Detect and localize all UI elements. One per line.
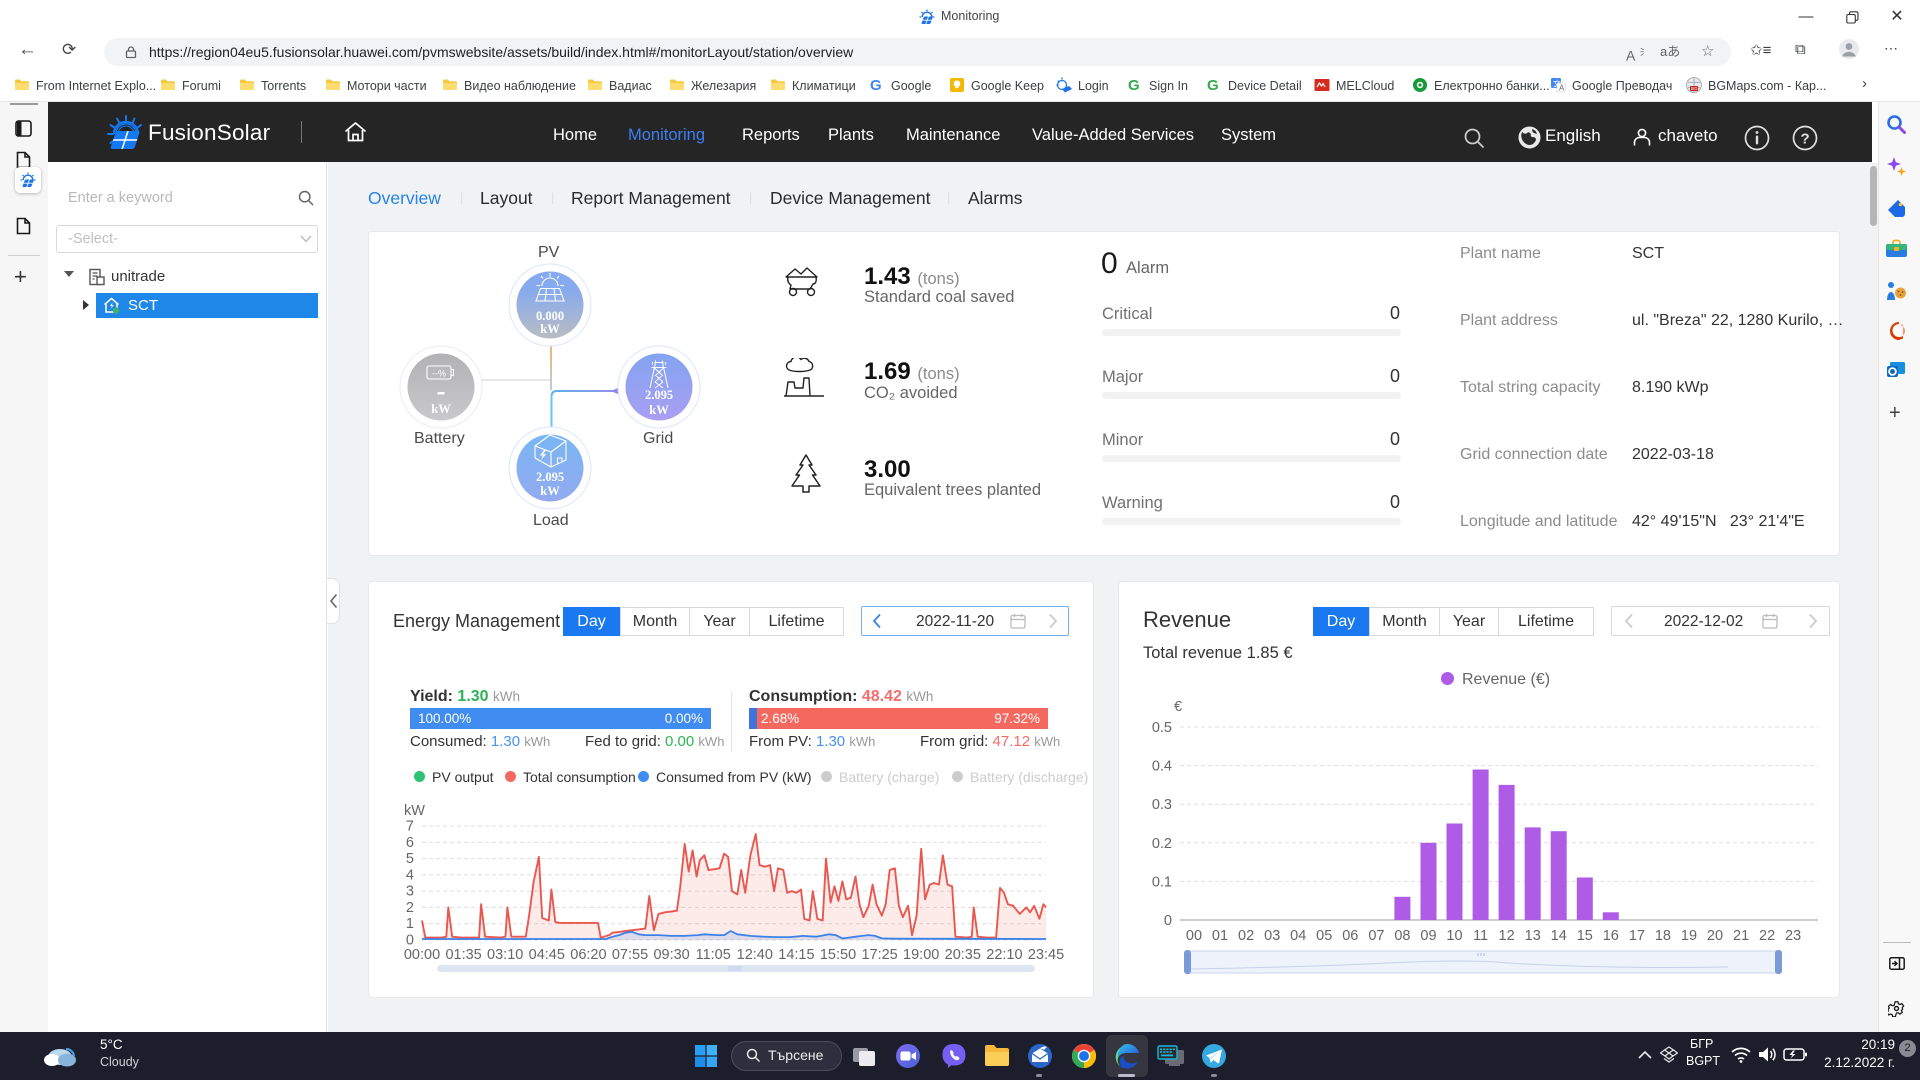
svg-text:01:35: 01:35 [445,947,481,963]
svg-text:10: 10 [1446,928,1462,944]
svg-text:0.000: 0.000 [536,309,564,323]
svg-text:?: ? [1801,131,1810,148]
svg-text:15: 15 [1577,928,1593,944]
svg-text:12: 12 [1499,928,1515,944]
svg-text:00:00: 00:00 [404,947,440,963]
svg-text:03: 03 [1264,928,1280,944]
svg-text:kW: kW [431,402,451,416]
svg-text:13: 13 [1525,928,1541,944]
svg-text:2.095: 2.095 [645,388,673,402]
svg-text:0.3: 0.3 [1152,797,1172,813]
svg-text:7: 7 [406,819,414,835]
svg-text:4: 4 [406,867,414,883]
svg-text:0.4: 0.4 [1152,759,1172,775]
svg-text:16: 16 [1603,928,1619,944]
svg-text:03:10: 03:10 [487,947,523,963]
svg-text:07:55: 07:55 [612,947,648,963]
svg-text:kW: kW [540,484,560,498]
svg-text:17:25: 17:25 [861,947,897,963]
svg-text:14: 14 [1551,928,1567,944]
svg-text:02: 02 [1238,928,1254,944]
svg-text:01: 01 [1212,928,1228,944]
svg-text:G: G [870,77,882,93]
svg-text:A: A [1559,84,1565,93]
svg-text:11:05: 11:05 [696,947,731,963]
svg-text:22:10: 22:10 [986,947,1022,963]
svg-text:22: 22 [1759,928,1775,944]
svg-text:23:45: 23:45 [1028,947,1064,963]
svg-text:20:35: 20:35 [945,947,981,963]
svg-text:08: 08 [1394,928,1410,944]
svg-text:07: 07 [1368,928,1384,944]
svg-text:23: 23 [1785,928,1801,944]
svg-text:0.2: 0.2 [1152,836,1172,852]
svg-text:12:40: 12:40 [737,947,773,963]
svg-text:6: 6 [406,835,414,851]
svg-text:11: 11 [1473,928,1488,944]
svg-text:0.5: 0.5 [1152,720,1172,736]
svg-text:1: 1 [406,916,414,932]
svg-text:18: 18 [1655,928,1671,944]
svg-text:0.1: 0.1 [1152,874,1172,890]
svg-text:G: G [1128,77,1140,93]
svg-text:21: 21 [1733,928,1749,944]
svg-text:0: 0 [1164,913,1172,929]
svg-text:G: G [1207,77,1219,93]
svg-text:00: 00 [1186,928,1202,944]
svg-text:17: 17 [1629,928,1645,944]
svg-text:15:50: 15:50 [820,947,856,963]
svg-text:kW: kW [649,403,669,417]
svg-text:05: 05 [1316,928,1332,944]
svg-text:06: 06 [1342,928,1358,944]
svg-text:2: 2 [406,900,414,916]
svg-text:06:20: 06:20 [570,947,606,963]
svg-text:kW: kW [540,322,560,336]
svg-text:BG: BG [1691,86,1698,91]
svg-text:3: 3 [406,884,414,900]
svg-text:2.095: 2.095 [536,470,564,484]
svg-text:09: 09 [1420,928,1436,944]
svg-text:19: 19 [1681,928,1697,944]
svg-text:14:15: 14:15 [778,947,814,963]
svg-text:€: € [1174,699,1182,715]
svg-text:09:30: 09:30 [653,947,689,963]
svg-text:04:45: 04:45 [529,947,565,963]
svg-text:20: 20 [1707,928,1723,944]
svg-text:--%: --% [432,369,446,379]
svg-text:kW: kW [404,803,425,819]
svg-text:5: 5 [406,851,414,867]
svg-text:19:00: 19:00 [903,947,939,963]
svg-text:04: 04 [1290,928,1306,944]
